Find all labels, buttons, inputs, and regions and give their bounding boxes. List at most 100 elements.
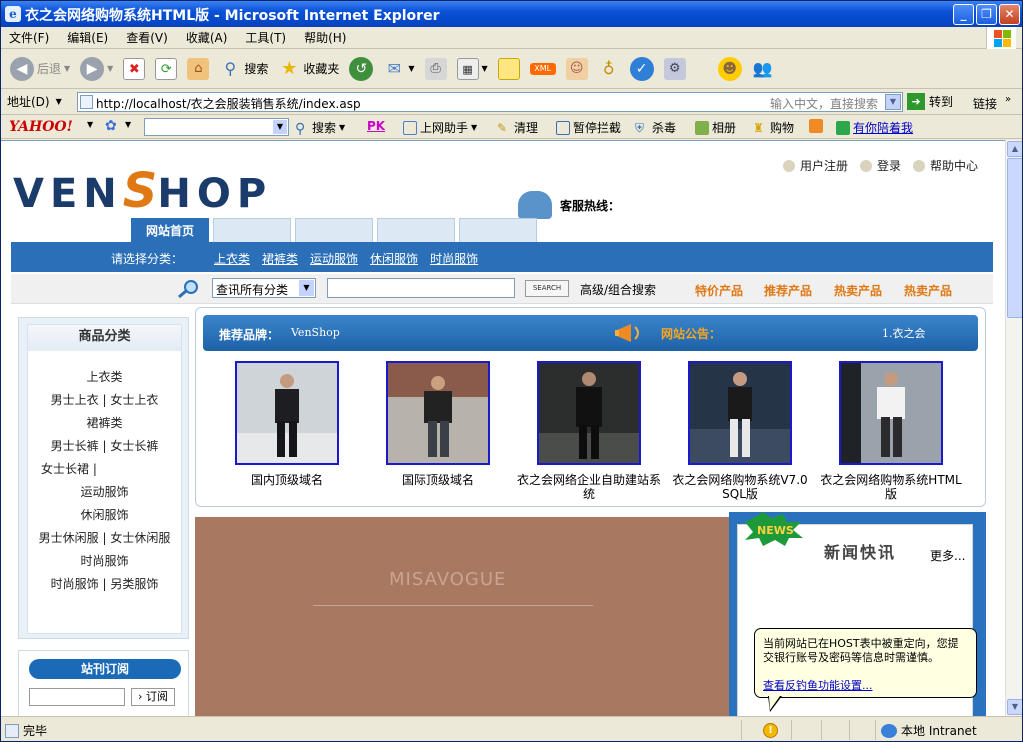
brand-value[interactable]: VenShop: [291, 326, 340, 339]
go-button[interactable]: ➜ 转到: [907, 93, 953, 110]
menu-file[interactable]: 文件(F): [9, 29, 49, 46]
tab-4[interactable]: [377, 218, 455, 242]
category-item[interactable]: 男士休闲服 | 女士休闲服: [28, 529, 181, 546]
category-item[interactable]: 休闲服饰: [28, 506, 181, 523]
login-link[interactable]: 登录: [860, 157, 901, 174]
tab-5[interactable]: [459, 218, 537, 242]
security-zone[interactable]: 本地 Intranet: [881, 722, 977, 739]
product-image[interactable]: [688, 361, 792, 465]
flower-icon[interactable]: ✿: [105, 118, 117, 134]
category-link-sports[interactable]: 运动服饰: [310, 250, 358, 267]
yahoo-logo[interactable]: YAHOO!: [9, 119, 73, 135]
edit-button[interactable]: ▦ ▼: [454, 53, 491, 85]
refresh-button[interactable]: ⟳: [152, 53, 180, 85]
contacts-button[interactable]: 👥: [749, 53, 777, 85]
special-products-link[interactable]: 特价产品: [695, 282, 743, 299]
venshop-logo[interactable]: VENSHOP: [13, 163, 272, 219]
category-item[interactable]: 男士长裤 | 女士长裤: [28, 437, 181, 454]
search-submit-button[interactable]: SEARCH: [525, 280, 569, 297]
links-button[interactable]: 链接: [973, 95, 997, 112]
tab-2[interactable]: [213, 218, 291, 242]
menu-tools[interactable]: 工具(T): [245, 29, 286, 46]
product-card[interactable]: 衣之会网络购物系统V7.0 SQL版: [665, 361, 815, 501]
keyword-input[interactable]: [327, 278, 515, 298]
category-link-fashion[interactable]: 时尚服饰: [430, 250, 478, 267]
pk-button[interactable]: PK: [367, 119, 385, 133]
category-link-pants[interactable]: 裙裤类: [262, 250, 298, 267]
scrollbar-thumb[interactable]: [1007, 158, 1022, 318]
address-input[interactable]: http://localhost/衣之会服装销售系统/index.asp 输入中…: [77, 92, 903, 112]
scroll-up-arrow-icon[interactable]: ▲: [1007, 141, 1022, 157]
popup-block-button[interactable]: 暂停拦截: [556, 119, 621, 136]
register-link[interactable]: 用户注册: [783, 157, 848, 174]
yahoo-menu-arrow[interactable]: ▼: [87, 120, 93, 129]
advanced-search-link[interactable]: 高级/组合搜索: [580, 281, 656, 298]
warning-icon[interactable]: !: [763, 723, 778, 738]
tab-home[interactable]: 网站首页: [131, 218, 209, 242]
category-item[interactable]: 女士长裙 |: [28, 460, 181, 477]
menu-favorites[interactable]: 收藏(A): [186, 29, 228, 46]
subscribe-email-input[interactable]: [29, 688, 125, 706]
menu-view[interactable]: 查看(V): [126, 29, 168, 46]
favorites-button[interactable]: ★ 收藏夹: [275, 53, 342, 85]
links-chevron-icon[interactable]: »: [1005, 94, 1011, 105]
category-item[interactable]: 上衣类: [28, 368, 181, 385]
mail-button[interactable]: ✉ ▼: [380, 53, 417, 85]
product-card[interactable]: 衣之会网络企业自助建站系统: [514, 361, 664, 501]
product-caption[interactable]: 衣之会网络购物系统V7.0 SQL版: [665, 473, 815, 501]
yahoo-search-dropdown-icon[interactable]: ▼: [273, 120, 287, 134]
menu-edit[interactable]: 编辑(E): [67, 29, 108, 46]
qq-button[interactable]: ☻: [715, 53, 745, 85]
forward-button[interactable]: ▶ ▼: [77, 53, 116, 85]
category-item[interactable]: 时尚服饰: [28, 552, 181, 569]
notice-item[interactable]: 1.衣之会: [882, 325, 926, 341]
rss-button[interactable]: [809, 119, 823, 133]
product-image[interactable]: [235, 361, 339, 465]
maximize-button[interactable]: ❐: [976, 4, 997, 25]
shield-button[interactable]: ✓: [627, 53, 657, 85]
product-image[interactable]: [839, 361, 943, 465]
subscribe-button[interactable]: › 订阅: [131, 688, 175, 706]
yahoo-search-button[interactable]: ⚲ 搜索 ▼: [295, 119, 345, 137]
select-dropdown-icon[interactable]: ▼: [299, 280, 314, 296]
anti-phishing-settings-link[interactable]: 查看反钓鱼功能设置...: [763, 679, 968, 693]
address-dropdown-icon[interactable]: ▼: [885, 94, 901, 110]
promo-banner[interactable]: MISAVOGUE: [195, 517, 729, 716]
category-item[interactable]: 时尚服饰 | 另类服饰: [28, 575, 181, 592]
bag-button[interactable]: ♁: [595, 53, 623, 85]
album-button[interactable]: 相册: [695, 119, 736, 136]
product-card[interactable]: 国际顶级域名: [363, 361, 513, 487]
category-item[interactable]: 裙裤类: [28, 414, 181, 431]
search-button[interactable]: ⚲ 搜索: [216, 53, 271, 85]
product-card[interactable]: 国内顶级域名: [212, 361, 362, 487]
print-button[interactable]: ⎙: [422, 53, 450, 85]
back-button[interactable]: ◀ 后退 ▼: [7, 53, 73, 85]
flower-menu-arrow[interactable]: ▼: [125, 120, 131, 129]
shopping-button[interactable]: ♜ 购物: [753, 119, 794, 136]
product-card[interactable]: 衣之会网络购物系统HTML版: [816, 361, 966, 501]
notes-button[interactable]: [495, 53, 523, 85]
recommended-products-link[interactable]: 推荐产品: [764, 282, 812, 299]
messenger-button[interactable]: ☺: [563, 53, 591, 85]
hot-products-link[interactable]: 热卖产品: [834, 282, 882, 299]
category-link-tops[interactable]: 上衣类: [214, 250, 250, 267]
yahoo-search-input[interactable]: ▼: [144, 118, 289, 136]
menu-help[interactable]: 帮助(H): [304, 29, 346, 46]
history-button[interactable]: ↺: [346, 53, 376, 85]
minimize-button[interactable]: _: [953, 4, 974, 25]
close-button[interactable]: ✕: [999, 4, 1020, 25]
news-more-link[interactable]: 更多...: [930, 547, 965, 564]
category-select[interactable]: 查讯所有分类 ▼: [212, 278, 316, 298]
product-caption[interactable]: 衣之会网络企业自助建站系统: [514, 473, 664, 501]
category-item[interactable]: 男士上衣 | 女士上衣: [28, 391, 181, 408]
xml-button[interactable]: XML: [527, 53, 559, 85]
antivirus-button[interactable]: ⛨ 杀毒: [635, 119, 676, 136]
assistant-button[interactable]: 上网助手 ▼: [403, 119, 477, 136]
category-link-casual[interactable]: 休闲服饰: [370, 250, 418, 267]
home-button[interactable]: ⌂: [184, 53, 212, 85]
product-caption[interactable]: 国际顶级域名: [363, 473, 513, 487]
stop-button[interactable]: ✖: [120, 53, 148, 85]
scroll-down-arrow-icon[interactable]: ▼: [1007, 699, 1022, 715]
help-link[interactable]: 帮助中心: [913, 157, 978, 174]
product-image[interactable]: [537, 361, 641, 465]
